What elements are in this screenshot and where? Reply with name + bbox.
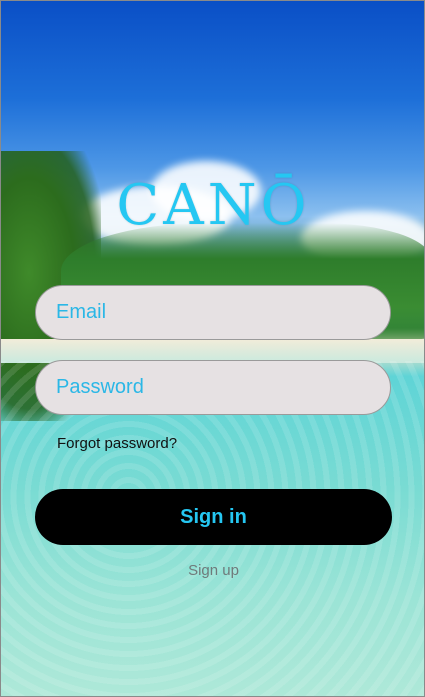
password-field[interactable] [35, 360, 391, 415]
app-logo: CANŌ [116, 173, 311, 238]
sign-in-button[interactable]: Sign in [35, 489, 392, 545]
forgot-password-link[interactable]: Forgot password? [57, 435, 177, 452]
sign-up-link[interactable]: Sign up [1, 562, 424, 579]
email-field[interactable] [35, 285, 391, 340]
login-screen: CANŌ Forgot password? Sign in Sign up [0, 0, 425, 697]
